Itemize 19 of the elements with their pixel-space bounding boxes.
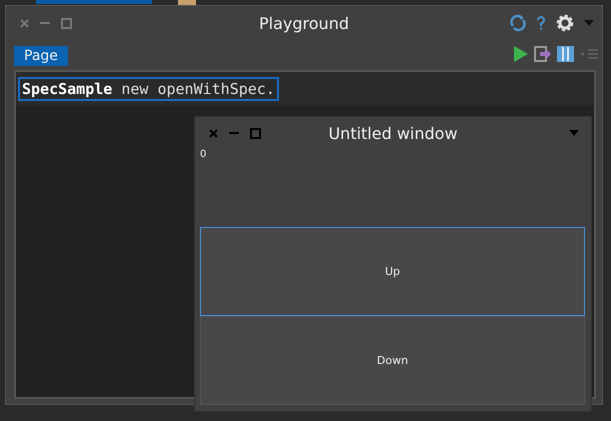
spec-button[interactable]: Up <box>200 227 585 316</box>
export-icon[interactable] <box>534 46 551 62</box>
menu-icon[interactable] <box>580 49 598 59</box>
window-title: Playground <box>259 14 349 32</box>
close-icon[interactable] <box>20 18 29 28</box>
page-tab[interactable]: Page <box>14 46 68 66</box>
window-title: Untitled window <box>328 124 458 142</box>
maximize-icon[interactable] <box>250 128 261 138</box>
play-icon[interactable] <box>514 46 528 62</box>
close-icon[interactable] <box>209 128 218 138</box>
columns-icon[interactable] <box>557 46 574 62</box>
maximize-icon[interactable] <box>61 18 72 28</box>
counter-label: 0 <box>200 149 206 160</box>
spec-button[interactable]: Down <box>200 316 585 405</box>
dropdown-arrow-icon[interactable] <box>584 20 594 26</box>
dropdown-arrow-icon[interactable] <box>569 130 579 136</box>
refresh-icon[interactable] <box>509 14 527 32</box>
settings-icon[interactable] <box>555 13 575 33</box>
help-icon[interactable] <box>536 16 546 30</box>
